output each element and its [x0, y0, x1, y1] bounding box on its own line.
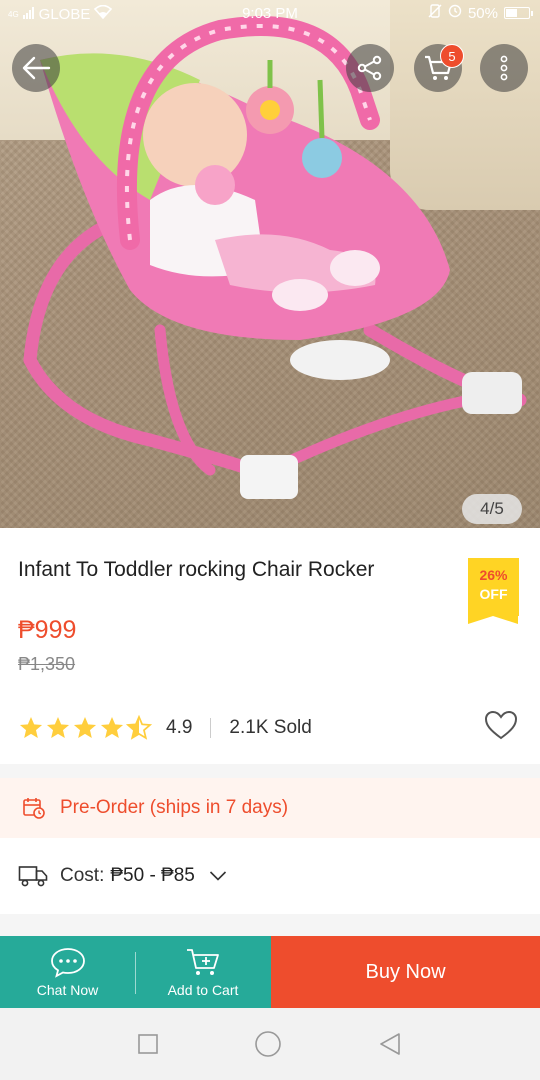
status-bar: 4G GLOBE 9:03 PM 50%	[0, 0, 540, 28]
shipping-cost-label: Cost:	[60, 865, 105, 886]
add-to-cart-button[interactable]: Add to Cart	[135, 936, 271, 1008]
battery-fill	[506, 9, 517, 17]
preorder-banner: Pre-Order (ships in 7 days)	[0, 778, 540, 838]
preorder-text: Pre-Order (ships in 7 days)	[60, 797, 289, 818]
heart-icon	[484, 710, 518, 740]
star-icon	[46, 716, 70, 738]
chevron-down-icon	[209, 871, 226, 881]
product-price: ₱999	[18, 616, 77, 644]
star-icon	[19, 716, 43, 738]
recents-square-icon[interactable]	[137, 1033, 159, 1055]
calendar-clock-icon	[23, 798, 45, 819]
home-circle-icon[interactable]	[254, 1030, 282, 1058]
sold-count: 2.1K Sold	[229, 717, 312, 738]
shipping-cost-row[interactable]: Cost: ₱50 - ₱85	[0, 838, 540, 914]
chat-now-button[interactable]: Chat Now	[0, 936, 135, 1008]
image-counter: 4/5	[462, 494, 522, 524]
rating-row[interactable]: 4.9 2.1K Sold	[18, 714, 312, 742]
more-vertical-icon	[500, 55, 508, 81]
shipping-cost-value: ₱50 - ₱85	[110, 865, 195, 886]
share-button[interactable]	[346, 44, 394, 92]
back-arrow-icon	[22, 56, 51, 80]
product-info: Infant To Toddler rocking Chair Rocker 2…	[0, 528, 540, 764]
buy-now-label: Buy Now	[365, 960, 446, 983]
star-icon	[100, 716, 124, 738]
bottom-action-bar: Chat Now Add to Cart Buy Now	[0, 936, 540, 1008]
chat-now-label: Chat Now	[36, 982, 99, 998]
more-options-button[interactable]	[480, 44, 528, 92]
add-to-cart-label: Add to Cart	[167, 982, 239, 998]
share-icon	[357, 55, 382, 81]
system-nav-bar	[0, 1008, 540, 1080]
add-cart-icon	[187, 949, 219, 975]
rating-value: 4.9	[166, 717, 193, 738]
vibrate-off-icon	[428, 4, 442, 22]
discount-badge: 26% OFF	[468, 558, 519, 624]
product-image[interactable]: 5 4/5	[0, 0, 540, 528]
back-button[interactable]	[12, 44, 60, 92]
product-title: Infant To Toddler rocking Chair Rocker	[18, 558, 375, 581]
half-star-icon	[126, 715, 152, 740]
section-divider	[0, 914, 540, 936]
star-icon	[73, 716, 97, 738]
discount-percent: 26%	[479, 567, 508, 583]
cart-count-badge: 5	[440, 44, 464, 68]
battery-icon	[504, 7, 533, 19]
original-price: ₱1,350	[18, 654, 76, 674]
rating-stars	[18, 715, 152, 741]
buy-now-button[interactable]: Buy Now	[271, 936, 540, 1008]
back-triangle-icon[interactable]	[377, 1031, 403, 1057]
favorite-button[interactable]	[484, 710, 518, 745]
status-right: 50%	[428, 4, 533, 22]
action-divider	[135, 952, 136, 994]
battery-percent: 50%	[467, 4, 498, 22]
truck-icon	[18, 866, 48, 887]
discount-off-label: OFF	[479, 586, 508, 602]
section-divider	[0, 764, 540, 778]
rating-divider	[210, 718, 212, 738]
alarm-icon	[448, 4, 462, 22]
chat-bubble-icon	[50, 948, 85, 978]
